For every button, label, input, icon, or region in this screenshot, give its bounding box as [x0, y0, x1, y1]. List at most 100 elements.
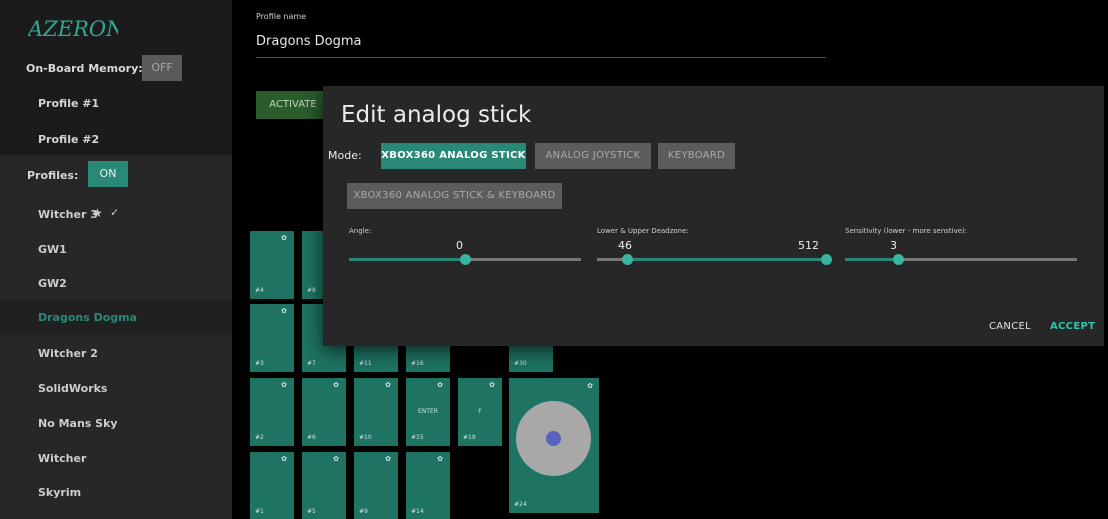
- profile-item-witcher[interactable]: Witcher: [0, 441, 232, 476]
- profile-item-label: Witcher: [38, 452, 87, 465]
- gear-icon[interactable]: ✿: [385, 455, 391, 463]
- deadzone-lower-value: 46: [618, 239, 632, 252]
- mode-xbox360-stick-and-keyboard-button[interactable]: XBOX360 ANALOG STICK & KEYBOARD: [347, 183, 562, 209]
- checkmark-icon: ✓: [110, 206, 120, 219]
- sensitivity-value: 3: [890, 239, 897, 252]
- key-number: #15: [411, 434, 424, 441]
- profile-name-label: Profile name: [256, 12, 307, 21]
- gear-icon[interactable]: ✿: [281, 234, 287, 242]
- star-icon: ★: [92, 206, 103, 220]
- profile-item-label: Dragons Dogma: [38, 311, 138, 324]
- profile-name-input[interactable]: Dragons Dogma: [256, 34, 362, 49]
- profile-item-gw1[interactable]: GW1: [0, 232, 232, 267]
- profile-item-label: SolidWorks: [38, 382, 108, 395]
- gear-icon[interactable]: ✿: [587, 382, 593, 390]
- key-button[interactable]: ✿ #14: [406, 452, 450, 519]
- analog-stick-center-dot: [546, 431, 561, 446]
- key-button[interactable]: ✿ #4: [250, 231, 294, 299]
- deadzone-lower-thumb[interactable]: [621, 254, 633, 265]
- key-number: #4: [255, 287, 264, 294]
- key-label: ENTER: [418, 408, 438, 415]
- mode-analog-joystick-button[interactable]: ANALOG JOYSTICK: [535, 143, 651, 169]
- activate-button[interactable]: ACTIVATE: [256, 91, 330, 119]
- key-number: #11: [359, 360, 372, 367]
- sensitivity-label: Sensitivity (lower - more senstive):: [845, 227, 968, 235]
- profile-item-solidworks[interactable]: SolidWorks: [0, 371, 232, 406]
- profile-item-label: Witcher 2: [38, 347, 98, 360]
- memory-profile-1[interactable]: Profile #1: [38, 97, 99, 110]
- key-number: #24: [514, 501, 527, 508]
- gear-icon[interactable]: ✿: [281, 307, 287, 315]
- angle-value: 0: [456, 239, 463, 252]
- angle-slider-fill: [349, 258, 465, 261]
- deadzone-upper-value: 512: [798, 239, 819, 252]
- key-button[interactable]: ✿ #10: [354, 378, 398, 446]
- gear-icon[interactable]: ✿: [385, 381, 391, 389]
- key-number: #10: [359, 434, 372, 441]
- gear-icon[interactable]: ✿: [489, 381, 495, 389]
- deadzone-upper-thumb[interactable]: [821, 254, 833, 265]
- key-number: #1: [255, 508, 264, 515]
- profile-item-skyrim[interactable]: Skyrim: [0, 475, 232, 510]
- onboard-memory-toggle[interactable]: OFF: [142, 55, 182, 81]
- mode-keyboard-button[interactable]: KEYBOARD: [658, 143, 735, 169]
- mode-label: Mode:: [328, 149, 362, 162]
- memory-profile-2[interactable]: Profile #2: [38, 133, 99, 146]
- profile-name-underline: [256, 57, 826, 58]
- key-number: #6: [307, 434, 316, 441]
- profiles-label: Profiles:: [27, 169, 79, 182]
- key-number: #7: [307, 360, 316, 367]
- key-button-enter[interactable]: ✿ ENTER #15: [406, 378, 450, 446]
- key-label: F: [478, 408, 482, 415]
- key-button[interactable]: ✿ #9: [354, 452, 398, 519]
- dialog-title: Edit analog stick: [341, 102, 532, 128]
- key-number: #14: [411, 508, 424, 515]
- sensitivity-slider-thumb[interactable]: [892, 254, 904, 265]
- profiles-toggle[interactable]: ON: [88, 161, 128, 187]
- key-number: #3: [255, 360, 264, 367]
- profile-item-witcher-3[interactable]: Witcher 3 ★ ✓: [0, 197, 232, 232]
- gear-icon[interactable]: ✿: [333, 455, 339, 463]
- key-button-f[interactable]: ✿ F #19: [458, 378, 502, 446]
- profile-item-label: Witcher 3: [38, 208, 98, 221]
- key-number: #19: [463, 434, 476, 441]
- profile-item-label: Skyrim: [38, 486, 82, 499]
- azeron-logo: AZERON: [28, 17, 118, 41]
- accept-button[interactable]: ACCEPT: [1050, 321, 1095, 332]
- onboard-memory-label: On-Board Memory:: [26, 62, 143, 75]
- sensitivity-slider-fill: [845, 258, 899, 261]
- profile-item-no-mans-sky[interactable]: No Mans Sky: [0, 406, 232, 441]
- key-button[interactable]: ✿ #1: [250, 452, 294, 519]
- profile-item-label: GW2: [38, 277, 67, 290]
- profile-item-label: No Mans Sky: [38, 417, 118, 430]
- gear-icon[interactable]: ✿: [281, 381, 287, 389]
- mode-xbox360-analog-stick-button[interactable]: XBOX360 ANALOG STICK: [381, 143, 526, 169]
- angle-label: Angle:: [349, 227, 372, 235]
- deadzone-slider-fill: [627, 258, 827, 261]
- profile-item-witcher-2[interactable]: Witcher 2: [0, 336, 232, 371]
- key-button[interactable]: ✿ #3: [250, 304, 294, 372]
- key-button[interactable]: ✿ #2: [250, 378, 294, 446]
- svg-text:AZERON: AZERON: [28, 17, 118, 41]
- edit-analog-stick-dialog: Edit analog stick Mode: XBOX360 ANALOG S…: [323, 86, 1104, 346]
- analog-stick-key[interactable]: ✿ #24: [509, 378, 599, 513]
- gear-icon[interactable]: ✿: [281, 455, 287, 463]
- key-number: #16: [411, 360, 424, 367]
- sidebar: AZERON On-Board Memory: OFF Profile #1 P…: [0, 0, 232, 519]
- key-number: #30: [514, 360, 527, 367]
- key-number: #8: [307, 287, 316, 294]
- onboard-memory-row: On-Board Memory: OFF: [0, 52, 232, 84]
- key-number: #2: [255, 434, 264, 441]
- key-button[interactable]: ✿ #6: [302, 378, 346, 446]
- profile-item-gw2[interactable]: GW2: [0, 266, 232, 301]
- key-button[interactable]: ✿ #5: [302, 452, 346, 519]
- profile-item-label: GW1: [38, 243, 67, 256]
- gear-icon[interactable]: ✿: [437, 455, 443, 463]
- gear-icon[interactable]: ✿: [437, 381, 443, 389]
- gear-icon[interactable]: ✿: [333, 381, 339, 389]
- deadzone-label: Lower & Upper Deadzone:: [597, 227, 689, 235]
- key-number: #9: [359, 508, 368, 515]
- angle-slider-thumb[interactable]: [459, 254, 471, 265]
- cancel-button[interactable]: CANCEL: [989, 321, 1031, 332]
- profile-item-dragons-dogma[interactable]: Dragons Dogma: [0, 300, 232, 335]
